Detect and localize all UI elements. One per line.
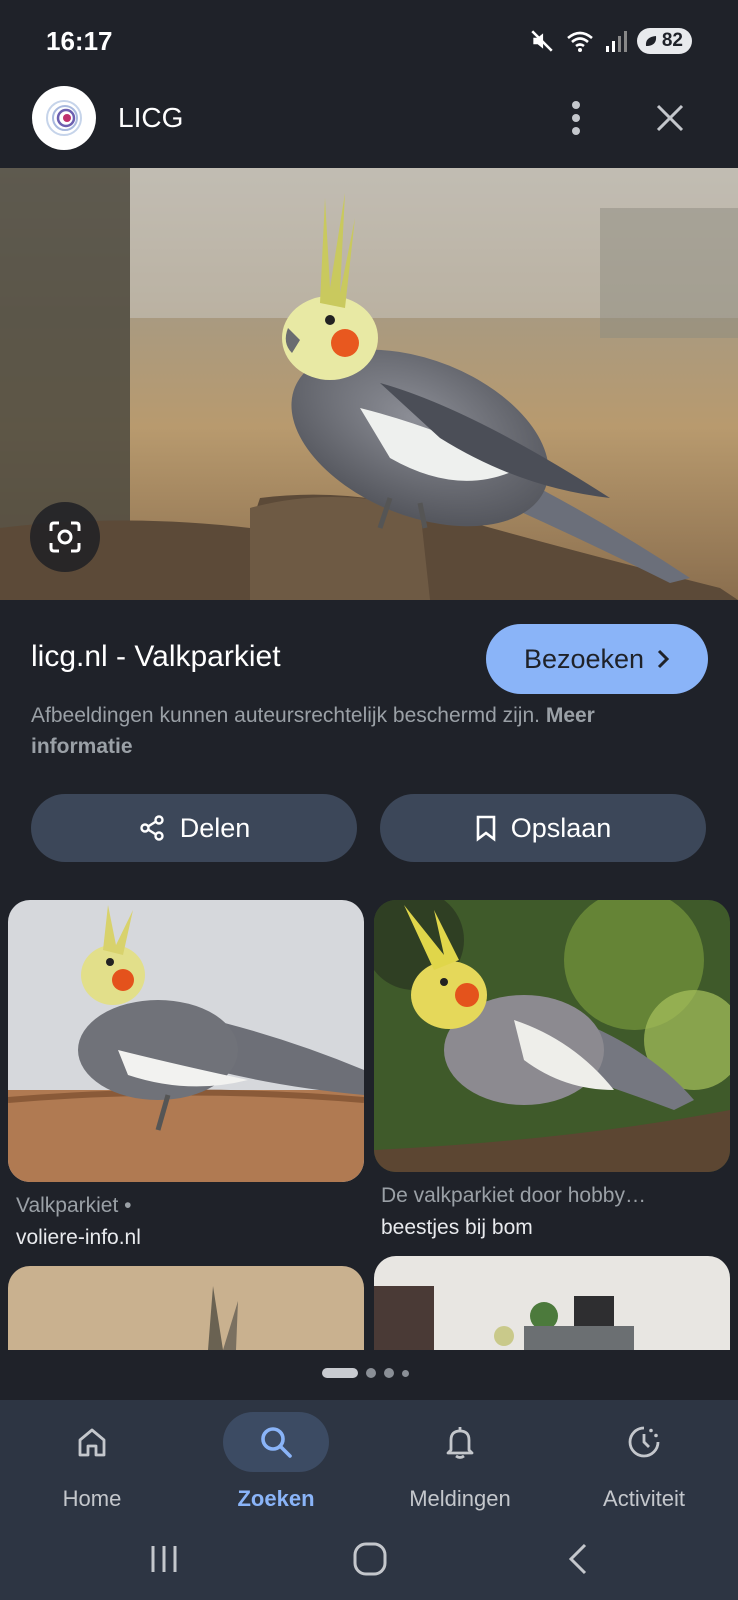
nav-notifications-icon-wrap bbox=[407, 1412, 513, 1472]
copyright-notice: Afbeeldingen kunnen auteursrechtelijk be… bbox=[31, 700, 691, 762]
bottom-navigation: Home Zoeken Meldingen Activiteit bbox=[0, 1400, 738, 1518]
page-dot-active bbox=[322, 1368, 358, 1378]
share-button[interactable]: Delen bbox=[31, 794, 357, 862]
related-image-1[interactable] bbox=[8, 900, 364, 1182]
nav-search-label: Zoeken bbox=[237, 1486, 315, 1511]
nav-notifications[interactable]: Meldingen bbox=[368, 1400, 552, 1518]
visit-label: Bezoeken bbox=[523, 643, 645, 674]
licg-logo-icon bbox=[46, 100, 82, 136]
nav-search-icon-wrap bbox=[223, 1412, 329, 1472]
recents-icon bbox=[151, 1546, 177, 1572]
related-title-2: De valkparkiet door hobby… bbox=[381, 1184, 646, 1207]
bookmark-icon bbox=[476, 815, 496, 842]
battery-icon bbox=[645, 36, 656, 46]
related-caption-1[interactable]: Valkparkiet • voliere-info.nl bbox=[16, 1190, 346, 1254]
main-image[interactable] bbox=[0, 168, 738, 600]
chevron-right-icon bbox=[657, 649, 670, 669]
share-label: Delen bbox=[179, 812, 251, 843]
related-image-4[interactable] bbox=[374, 1256, 730, 1350]
app-header: LICG bbox=[0, 68, 738, 168]
home-system-button[interactable] bbox=[340, 1532, 400, 1586]
related-source-1: voliere-info.nl bbox=[16, 1226, 141, 1249]
lens-search-button[interactable] bbox=[30, 502, 100, 572]
page-dot bbox=[384, 1368, 394, 1378]
close-button[interactable] bbox=[648, 96, 692, 140]
bell-icon bbox=[446, 1427, 474, 1459]
activity-icon bbox=[628, 1426, 660, 1458]
related-source-2: beestjes bij bom bbox=[381, 1216, 533, 1239]
nav-activity-icon-wrap bbox=[591, 1412, 697, 1472]
system-navigation bbox=[0, 1518, 738, 1600]
battery-level: 82 bbox=[661, 30, 683, 51]
page-dot bbox=[366, 1368, 376, 1378]
cockatiel-photo bbox=[0, 168, 738, 600]
more-options-button[interactable] bbox=[560, 96, 592, 140]
wifi-icon bbox=[567, 31, 593, 52]
back-button[interactable] bbox=[548, 1532, 608, 1586]
home-icon bbox=[78, 1428, 106, 1457]
result-title: licg.nl - Valkparkiet bbox=[31, 640, 281, 673]
more-vert-icon bbox=[572, 101, 580, 135]
cockatiel-photo-3 bbox=[374, 900, 730, 1172]
close-icon bbox=[656, 104, 684, 132]
nav-home-label: Home bbox=[62, 1486, 122, 1511]
nav-activity[interactable]: Activiteit bbox=[552, 1400, 736, 1518]
recent-apps-button[interactable] bbox=[134, 1532, 194, 1586]
site-logo[interactable] bbox=[32, 86, 96, 150]
nav-activity-label: Activiteit bbox=[603, 1486, 685, 1511]
battery-indicator: 82 bbox=[636, 28, 692, 54]
related-title-1: Valkparkiet • bbox=[16, 1194, 132, 1217]
save-button[interactable]: Opslaan bbox=[380, 794, 706, 862]
status-icons: 82 bbox=[529, 28, 692, 54]
visit-button[interactable]: Bezoeken bbox=[486, 624, 708, 694]
back-icon bbox=[568, 1543, 587, 1575]
related-image-2[interactable] bbox=[374, 900, 730, 1172]
nav-notifications-label: Meldingen bbox=[409, 1486, 511, 1511]
pagination-dots bbox=[322, 1368, 409, 1378]
search-icon bbox=[261, 1427, 292, 1458]
page-dot bbox=[402, 1369, 409, 1377]
share-icon bbox=[140, 815, 164, 841]
save-label: Opslaan bbox=[510, 812, 612, 843]
nav-home[interactable]: Home bbox=[0, 1400, 184, 1518]
signal-icon bbox=[605, 31, 627, 52]
nav-search[interactable]: Zoeken bbox=[184, 1400, 368, 1518]
home-circle-icon bbox=[353, 1542, 387, 1576]
nav-home-icon-wrap bbox=[39, 1412, 145, 1472]
status-bar: 16:17 82 bbox=[0, 0, 738, 68]
mute-icon bbox=[531, 30, 553, 52]
cockatiel-photo-2 bbox=[8, 900, 364, 1182]
status-time: 16:17 bbox=[46, 26, 113, 56]
header-title: LICG bbox=[118, 102, 184, 133]
room-photo bbox=[374, 1256, 730, 1350]
copyright-text: Afbeeldingen kunnen auteursrechtelijk be… bbox=[31, 704, 540, 727]
cockatiel-photo-4 bbox=[8, 1266, 364, 1350]
lens-icon bbox=[49, 521, 81, 553]
related-image-3[interactable] bbox=[8, 1266, 364, 1350]
related-caption-2[interactable]: De valkparkiet door hobby… beestjes bij … bbox=[381, 1180, 711, 1244]
